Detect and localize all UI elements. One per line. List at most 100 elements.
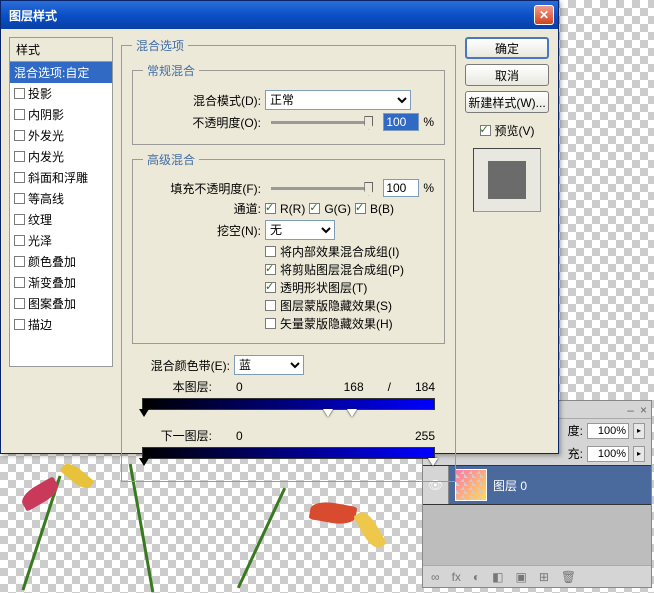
- style-item-label: 等高线: [28, 190, 64, 207]
- style-item-label: 内发光: [28, 148, 64, 165]
- panel-footer-icon[interactable]: ◐: [473, 570, 480, 584]
- layer-name[interactable]: 图层 0: [493, 477, 527, 494]
- style-checkbox[interactable]: [14, 319, 25, 330]
- general-blend-group: 常规混合 混合模式(D): 正常 不透明度(O): %: [132, 62, 445, 145]
- channel-r-checkbox[interactable]: [265, 203, 276, 214]
- panel-footer-icon[interactable]: ▣: [516, 570, 527, 584]
- layer-row[interactable]: 👁 图层 0: [423, 465, 651, 505]
- style-checkbox[interactable]: [14, 235, 25, 246]
- style-item-label: 图案叠加: [28, 295, 76, 312]
- style-item[interactable]: 光泽: [10, 230, 112, 251]
- style-checkbox[interactable]: [14, 109, 25, 120]
- style-item[interactable]: 渐变叠加: [10, 272, 112, 293]
- preview-checkbox[interactable]: [480, 125, 491, 136]
- knockout-label: 挖空(N):: [143, 222, 261, 239]
- style-item[interactable]: 描边: [10, 314, 112, 335]
- style-item-label: 外发光: [28, 127, 64, 144]
- dialog-titlebar[interactable]: 图层样式 ✕: [1, 1, 558, 29]
- style-item[interactable]: 内阴影: [10, 104, 112, 125]
- style-item[interactable]: 纹理: [10, 209, 112, 230]
- adv-opt-checkbox[interactable]: [265, 264, 276, 275]
- style-item-label: 斜面和浮雕: [28, 169, 88, 186]
- layer-thumbnail[interactable]: [455, 469, 487, 501]
- panel-opacity-label: 度:: [568, 422, 583, 439]
- adv-opt-label: 矢量蒙版隐藏效果(H): [280, 315, 393, 332]
- ok-button[interactable]: 确定: [465, 37, 549, 59]
- styles-list: 混合选项:自定投影内阴影外发光内发光斜面和浮雕等高线纹理光泽颜色叠加渐变叠加图案…: [9, 61, 113, 367]
- style-item-label: 混合选项:自定: [14, 64, 89, 81]
- style-item-label: 投影: [28, 85, 52, 102]
- style-checkbox[interactable]: [14, 256, 25, 267]
- panel-footer-icon[interactable]: fx: [452, 570, 461, 584]
- style-item-label: 颜色叠加: [28, 253, 76, 270]
- blend-mode-select[interactable]: 正常: [265, 90, 411, 110]
- new-style-button[interactable]: 新建样式(W)...: [465, 91, 549, 113]
- style-item-label: 纹理: [28, 211, 52, 228]
- advanced-blend-group: 高级混合 填充不透明度(F): % 通道: R(R) G(G) B(B): [132, 151, 445, 344]
- layer-style-dialog: 图层样式 ✕ 样式 混合选项:自定投影内阴影外发光内发光斜面和浮雕等高线纹理光泽…: [0, 0, 559, 454]
- general-blend-title: 常规混合: [143, 62, 199, 79]
- panel-footer-icon[interactable]: ∞: [431, 570, 440, 584]
- style-item[interactable]: 斜面和浮雕: [10, 167, 112, 188]
- fill-opacity-slider[interactable]: [271, 187, 373, 190]
- channel-g-checkbox[interactable]: [309, 203, 320, 214]
- channel-b-checkbox[interactable]: [355, 203, 366, 214]
- opacity-slider[interactable]: [271, 121, 373, 124]
- styles-header[interactable]: 样式: [9, 37, 113, 61]
- style-checkbox[interactable]: [14, 298, 25, 309]
- close-button[interactable]: ✕: [534, 5, 554, 25]
- style-item[interactable]: 投影: [10, 83, 112, 104]
- style-item[interactable]: 外发光: [10, 125, 112, 146]
- adv-opt-checkbox[interactable]: [265, 300, 276, 311]
- this-black-slider[interactable]: [139, 409, 149, 417]
- blend-options-title: 混合选项: [132, 37, 188, 54]
- style-checkbox[interactable]: [14, 193, 25, 204]
- opacity-input[interactable]: [383, 113, 419, 131]
- style-checkbox[interactable]: [14, 277, 25, 288]
- adv-opt-checkbox[interactable]: [265, 318, 276, 329]
- this-layer-gradient[interactable]: [142, 398, 435, 410]
- this-layer-label: 本图层:: [142, 378, 212, 395]
- panel-footer-icon[interactable]: 🗑: [561, 570, 576, 584]
- knockout-select[interactable]: 无: [265, 220, 335, 240]
- under-layer-gradient[interactable]: [142, 447, 435, 459]
- style-item-label: 光泽: [28, 232, 52, 249]
- blendif-channel-select[interactable]: 蓝: [234, 355, 304, 375]
- blend-options-group: 混合选项 常规混合 混合模式(D): 正常 不透明度(O): % 高级: [121, 37, 456, 482]
- adv-opt-checkbox[interactable]: [265, 282, 276, 293]
- style-item-label: 内阴影: [28, 106, 64, 123]
- preview-box: [473, 148, 541, 212]
- panel-footer-icon[interactable]: ⊞: [539, 570, 549, 584]
- preview-label: 预览(V): [495, 122, 535, 139]
- style-checkbox[interactable]: [14, 88, 25, 99]
- style-checkbox[interactable]: [14, 130, 25, 141]
- panel-fill-arrow[interactable]: ▸: [633, 446, 645, 462]
- adv-opt-label: 图层蒙版隐藏效果(S): [280, 297, 392, 314]
- style-checkbox[interactable]: [14, 151, 25, 162]
- this-white-slider-b[interactable]: [347, 409, 357, 417]
- style-item[interactable]: 内发光: [10, 146, 112, 167]
- style-item[interactable]: 颜色叠加: [10, 251, 112, 272]
- adv-opt-checkbox[interactable]: [265, 246, 276, 257]
- panel-fill-input[interactable]: [587, 446, 629, 462]
- style-item-label: 描边: [28, 316, 52, 333]
- panel-footer-icon[interactable]: ◧: [492, 570, 503, 584]
- cancel-button[interactable]: 取消: [465, 64, 549, 86]
- fill-opacity-label: 填充不透明度(F):: [143, 180, 261, 197]
- adv-opt-label: 将剪贴图层混合成组(P): [280, 261, 404, 278]
- opacity-label: 不透明度(O):: [143, 114, 261, 131]
- style-checkbox[interactable]: [14, 172, 25, 183]
- adv-opt-label: 将内部效果混合成组(I): [280, 243, 399, 260]
- under-white-slider[interactable]: [428, 458, 438, 466]
- layers-panel-footer: ∞ fx ◐ ◧ ▣ ⊞ 🗑: [423, 565, 651, 587]
- under-black-slider[interactable]: [139, 458, 149, 466]
- fill-opacity-input[interactable]: [383, 179, 419, 197]
- style-item[interactable]: 等高线: [10, 188, 112, 209]
- this-white-slider-a[interactable]: [323, 409, 333, 417]
- panel-opacity-arrow[interactable]: ▸: [633, 423, 645, 439]
- style-checkbox[interactable]: [14, 214, 25, 225]
- style-item[interactable]: 混合选项:自定: [10, 62, 112, 83]
- style-item[interactable]: 图案叠加: [10, 293, 112, 314]
- adv-opt-label: 透明形状图层(T): [280, 279, 367, 296]
- panel-opacity-input[interactable]: [587, 423, 629, 439]
